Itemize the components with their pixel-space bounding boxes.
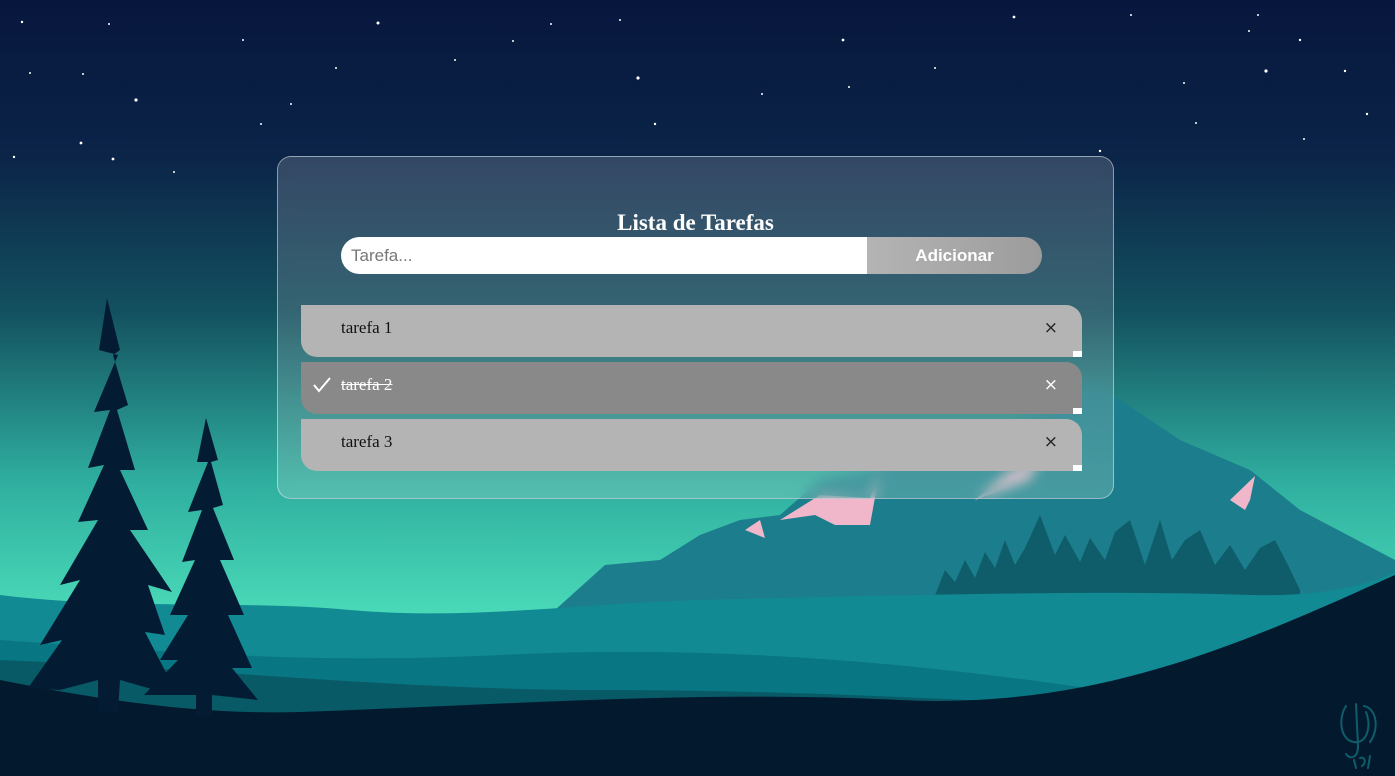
- page-title: Lista de Tarefas: [617, 210, 774, 235]
- add-button[interactable]: Adicionar: [867, 237, 1042, 274]
- check-icon: [313, 377, 331, 393]
- artist-signature: [1340, 703, 1377, 769]
- close-icon[interactable]: ×: [1044, 318, 1058, 338]
- item-corner: [1073, 351, 1082, 357]
- item-corner: [1073, 465, 1082, 471]
- task-text: tarefa 3: [341, 432, 393, 451]
- item-corner: [1073, 408, 1082, 414]
- task-text: tarefa 2: [341, 375, 393, 394]
- task-item[interactable]: tarefa 1 ×: [301, 305, 1082, 357]
- task-text: tarefa 1: [341, 318, 393, 337]
- task-input[interactable]: [341, 237, 867, 274]
- add-task-form: Adicionar: [341, 237, 1042, 274]
- task-item[interactable]: tarefa 3 ×: [301, 419, 1082, 471]
- close-icon[interactable]: ×: [1044, 432, 1058, 452]
- close-icon[interactable]: ×: [1044, 375, 1058, 395]
- task-list: tarefa 1 × tarefa 2 × tarefa 3 ×: [301, 305, 1082, 476]
- task-item-done[interactable]: tarefa 2 ×: [301, 362, 1082, 414]
- todo-card: Lista de Tarefas Adicionar tarefa 1 × ta…: [277, 156, 1114, 499]
